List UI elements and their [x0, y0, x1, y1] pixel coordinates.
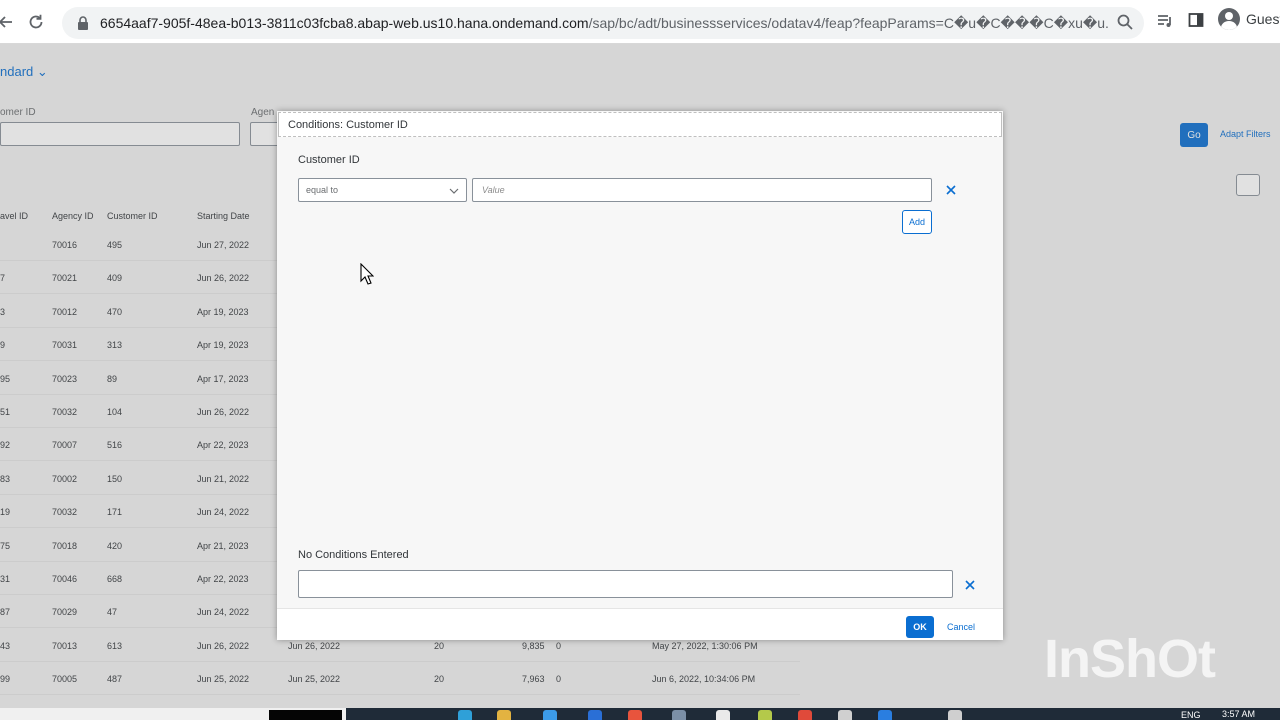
summary-label: No Conditions Entered: [298, 549, 409, 561]
edge-icon[interactable]: [458, 710, 472, 720]
os-taskbar: ENG 3:57 AM: [0, 708, 1280, 720]
app-icon[interactable]: [758, 710, 772, 720]
mail-icon[interactable]: [588, 710, 602, 720]
dialog-footer: OK Cancel: [277, 608, 1003, 640]
value-input[interactable]: [472, 178, 932, 202]
taskbar-widget[interactable]: [269, 710, 342, 720]
url-domain: 6654aaf7-905f-48ea-b013-3811c03fcba8.aba…: [100, 14, 589, 31]
clock[interactable]: 3:57 AM: [1222, 709, 1255, 719]
url-path: /sap/bc/adt/businessservices/odatav4/fea…: [588, 14, 1110, 31]
profile-label: Guest: [1246, 11, 1280, 27]
lock-icon[interactable]: [72, 12, 94, 34]
back-arrow-icon[interactable]: [0, 8, 20, 36]
app-icon[interactable]: [838, 710, 852, 720]
app-icon[interactable]: [628, 710, 642, 720]
dialog-header: Conditions: Customer ID: [278, 112, 1002, 137]
app-icon[interactable]: [798, 710, 812, 720]
url-text: 6654aaf7-905f-48ea-b013-3811c03fcba8.aba…: [100, 15, 1110, 32]
app-icon[interactable]: [672, 710, 686, 720]
conditions-dialog: Conditions: Customer ID Customer ID equa…: [277, 111, 1003, 640]
sidebar-icon[interactable]: [1188, 12, 1208, 32]
reload-icon[interactable]: [22, 8, 50, 36]
language-indicator[interactable]: ENG: [1181, 710, 1201, 720]
inshot-watermark: InShOt: [1044, 629, 1216, 689]
add-button[interactable]: Add: [902, 210, 932, 234]
zoom-icon[interactable]: [1116, 13, 1136, 33]
folder-icon[interactable]: [497, 710, 511, 720]
close-icon[interactable]: [962, 577, 978, 593]
browser-toolbar: 6654aaf7-905f-48ea-b013-3811c03fcba8.aba…: [0, 0, 1280, 44]
playlist-icon[interactable]: [1156, 12, 1176, 32]
field-label: Customer ID: [298, 154, 360, 166]
chevron-down-icon: [448, 184, 460, 196]
address-bar[interactable]: 6654aaf7-905f-48ea-b013-3811c03fcba8.aba…: [62, 7, 1144, 39]
dialog-title: Conditions: Customer ID: [288, 119, 408, 131]
cancel-button[interactable]: Cancel: [944, 616, 978, 638]
operator-value: equal to: [306, 185, 339, 195]
store-icon[interactable]: [543, 710, 557, 720]
close-icon[interactable]: [943, 182, 959, 198]
chrome-icon[interactable]: [716, 710, 730, 720]
operator-select[interactable]: equal to: [298, 178, 467, 202]
cursor-icon: [360, 262, 375, 285]
profile-button[interactable]: Guest: [1218, 8, 1280, 30]
app-icon[interactable]: [948, 710, 962, 720]
ok-button[interactable]: OK: [906, 616, 934, 638]
conditions-summary-field[interactable]: [298, 570, 953, 598]
profile-icon: [1218, 8, 1240, 30]
app-icon[interactable]: [878, 710, 892, 720]
